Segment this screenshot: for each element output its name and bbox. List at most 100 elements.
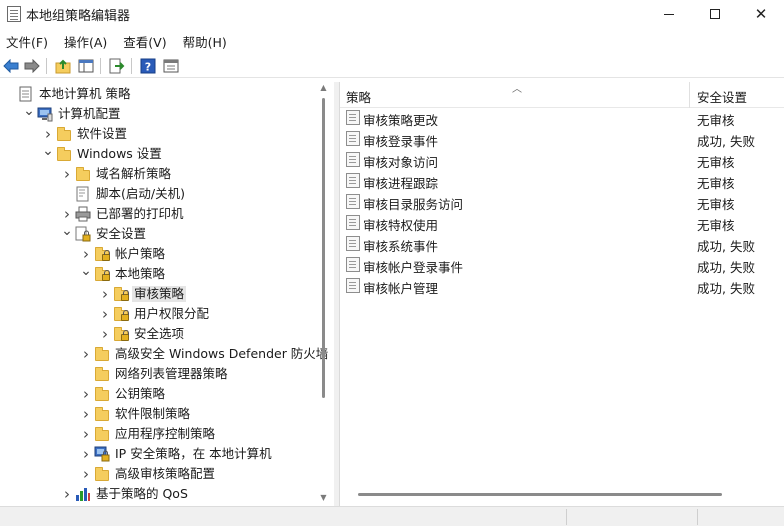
minimize-button[interactable] xyxy=(646,0,692,28)
close-button[interactable]: ✕ xyxy=(738,0,784,28)
back-button[interactable] xyxy=(2,57,20,75)
column-divider[interactable] xyxy=(689,82,690,108)
chevron-right-icon[interactable]: › xyxy=(80,464,92,484)
tree-item[interactable]: ⌄ 安全设置 xyxy=(0,221,318,244)
tree-item-label: 高级审核策略配置 xyxy=(115,466,216,481)
console-tree[interactable]: 本地计算机 策略 ⌄ 计算机配置 › 软件设置 ⌄ Windows 设置 › 域名解析策略 脚本(… xyxy=(0,82,334,506)
folder-icon xyxy=(94,386,110,402)
tree-item[interactable]: › 审核策略 xyxy=(0,284,318,304)
tree-item[interactable]: ⌄ 计算机配置 xyxy=(0,101,318,124)
folder-shape xyxy=(95,427,109,441)
export-list-button[interactable] xyxy=(108,57,126,75)
show-hide-console-tree-button[interactable] xyxy=(77,57,95,75)
list-item[interactable]: 审核帐户管理 成功, 失败 xyxy=(340,275,784,296)
chevron-right-icon[interactable]: › xyxy=(80,384,92,404)
security-setting-value: 成功, 失败 xyxy=(697,134,755,149)
lock-icon xyxy=(102,250,110,261)
column-header-policy[interactable]: 策略 xyxy=(346,87,371,106)
tree-item[interactable]: 网络列表管理器策略 xyxy=(0,364,318,384)
security-setting-value: 无审核 xyxy=(697,218,735,233)
tree-item[interactable]: › IP 安全策略，在 本地计算机 xyxy=(0,444,318,464)
maximize-button[interactable] xyxy=(692,0,738,28)
tree-item[interactable]: › 应用程序控制策略 xyxy=(0,424,318,444)
chevron-right-icon[interactable]: › xyxy=(61,484,73,504)
lock-icon xyxy=(102,270,110,281)
folder-shape xyxy=(95,367,109,381)
chevron-down-icon[interactable]: ⌄ xyxy=(80,261,92,281)
chevron-right-icon[interactable]: › xyxy=(80,344,92,364)
security-setting-value: 无审核 xyxy=(697,113,735,128)
minimize-icon xyxy=(664,13,674,15)
menu-view[interactable]: 查看(V) xyxy=(117,32,172,51)
menu-help[interactable]: 帮助(H) xyxy=(177,32,233,51)
chevron-right-icon[interactable]: › xyxy=(80,424,92,444)
tree-item[interactable]: › 用户权限分配 xyxy=(0,304,318,324)
list-item[interactable]: 审核帐户登录事件 成功, 失败 xyxy=(340,254,784,275)
chevron-down-icon[interactable]: ⌄ xyxy=(61,221,73,241)
tree-item-label: 应用程序控制策略 xyxy=(115,426,216,441)
policy-document-icon xyxy=(18,86,34,102)
close-icon: ✕ xyxy=(754,5,768,23)
scroll-up-arrow-icon[interactable]: ▲ xyxy=(319,84,328,92)
tree-item[interactable]: ⌄ Windows 设置 xyxy=(0,141,318,164)
chevron-right-icon[interactable]: › xyxy=(99,304,111,324)
forward-button[interactable] xyxy=(23,57,41,75)
up-one-level-button[interactable] xyxy=(54,57,72,75)
status-bar xyxy=(0,506,784,526)
maximize-icon xyxy=(710,9,720,19)
policy-setting-icon xyxy=(346,215,360,230)
tree-item[interactable]: › 帐户策略 xyxy=(0,244,318,264)
tree-item[interactable]: ⌄ 本地策略 xyxy=(0,261,318,284)
tree-item[interactable]: › 高级审核策略配置 xyxy=(0,464,318,484)
policy-name: 审核帐户登录事件 xyxy=(363,260,464,275)
chevron-down-icon[interactable]: ⌄ xyxy=(42,141,54,161)
tree-item-label: 计算机配置 xyxy=(58,106,121,121)
security-setting-value: 成功, 失败 xyxy=(697,239,755,254)
tree-item[interactable]: 本地计算机 策略 xyxy=(0,84,318,104)
list-item[interactable]: 审核登录事件 成功, 失败 xyxy=(340,128,784,149)
tree-item-label: 域名解析策略 xyxy=(96,166,172,181)
policy-name: 审核策略更改 xyxy=(363,113,439,128)
list-item[interactable]: 审核对象访问 无审核 xyxy=(340,149,784,170)
tree-item[interactable]: › 高级安全 Windows Defender 防火墙 xyxy=(0,344,328,364)
chevron-right-icon[interactable]: › xyxy=(99,284,111,304)
sort-ascending-icon: ︿ xyxy=(512,84,522,95)
details-list[interactable]: 策略 ︿ 安全设置 审核策略更改 无审核 审核登录事件 成功, 失败 审核对象访问 无审核… xyxy=(339,82,784,506)
horizontal-scrollbar[interactable] xyxy=(358,493,722,496)
folder-shape xyxy=(95,407,109,421)
list-header: 策略 ︿ 安全设置 xyxy=(340,82,784,108)
list-item[interactable]: 审核特权使用 无审核 xyxy=(340,212,784,233)
column-header-security-setting[interactable]: 安全设置 xyxy=(697,87,747,106)
show-hide-tree-icon xyxy=(78,59,94,73)
list-item[interactable]: 审核策略更改 无审核 xyxy=(340,107,784,128)
folder-shape xyxy=(95,387,109,401)
tree-item[interactable]: 脚本(启动/关机) xyxy=(0,184,318,204)
policy-setting-icon xyxy=(346,110,360,125)
status-divider xyxy=(697,509,698,525)
chevron-down-icon[interactable]: ⌄ xyxy=(23,101,35,121)
list-item[interactable]: 审核系统事件 成功, 失败 xyxy=(340,233,784,254)
chevron-right-icon[interactable]: › xyxy=(80,404,92,424)
folder-icon xyxy=(56,126,72,142)
chevron-right-icon[interactable]: › xyxy=(99,324,111,344)
vertical-scrollbar-thumb[interactable] xyxy=(322,98,325,398)
tree-item[interactable]: › 公钥策略 xyxy=(0,384,318,404)
list-item[interactable]: 审核目录服务访问 无审核 xyxy=(340,191,784,212)
security-settings-icon xyxy=(75,226,91,242)
scroll-down-arrow-icon[interactable]: ▼ xyxy=(319,494,328,502)
chevron-right-icon[interactable]: › xyxy=(61,164,73,184)
tree-item-label: 脚本(启动/关机) xyxy=(96,186,185,201)
properties-button[interactable] xyxy=(162,57,180,75)
help-button[interactable]: ? xyxy=(139,57,157,75)
tree-item[interactable]: › 安全选项 xyxy=(0,324,318,344)
tree-item[interactable]: › 基于策略的 QoS xyxy=(0,484,318,504)
computer-icon xyxy=(37,106,53,122)
tree-item[interactable]: › 已部署的打印机 xyxy=(0,204,318,224)
tree-item[interactable]: › 域名解析策略 xyxy=(0,164,318,184)
folder-shape xyxy=(95,467,109,481)
chevron-right-icon[interactable]: › xyxy=(80,444,92,464)
list-item[interactable]: 审核进程跟踪 无审核 xyxy=(340,170,784,191)
tree-item[interactable]: › 软件限制策略 xyxy=(0,404,318,424)
menu-file[interactable]: 文件(F) xyxy=(0,32,54,51)
menu-action[interactable]: 操作(A) xyxy=(58,32,113,51)
